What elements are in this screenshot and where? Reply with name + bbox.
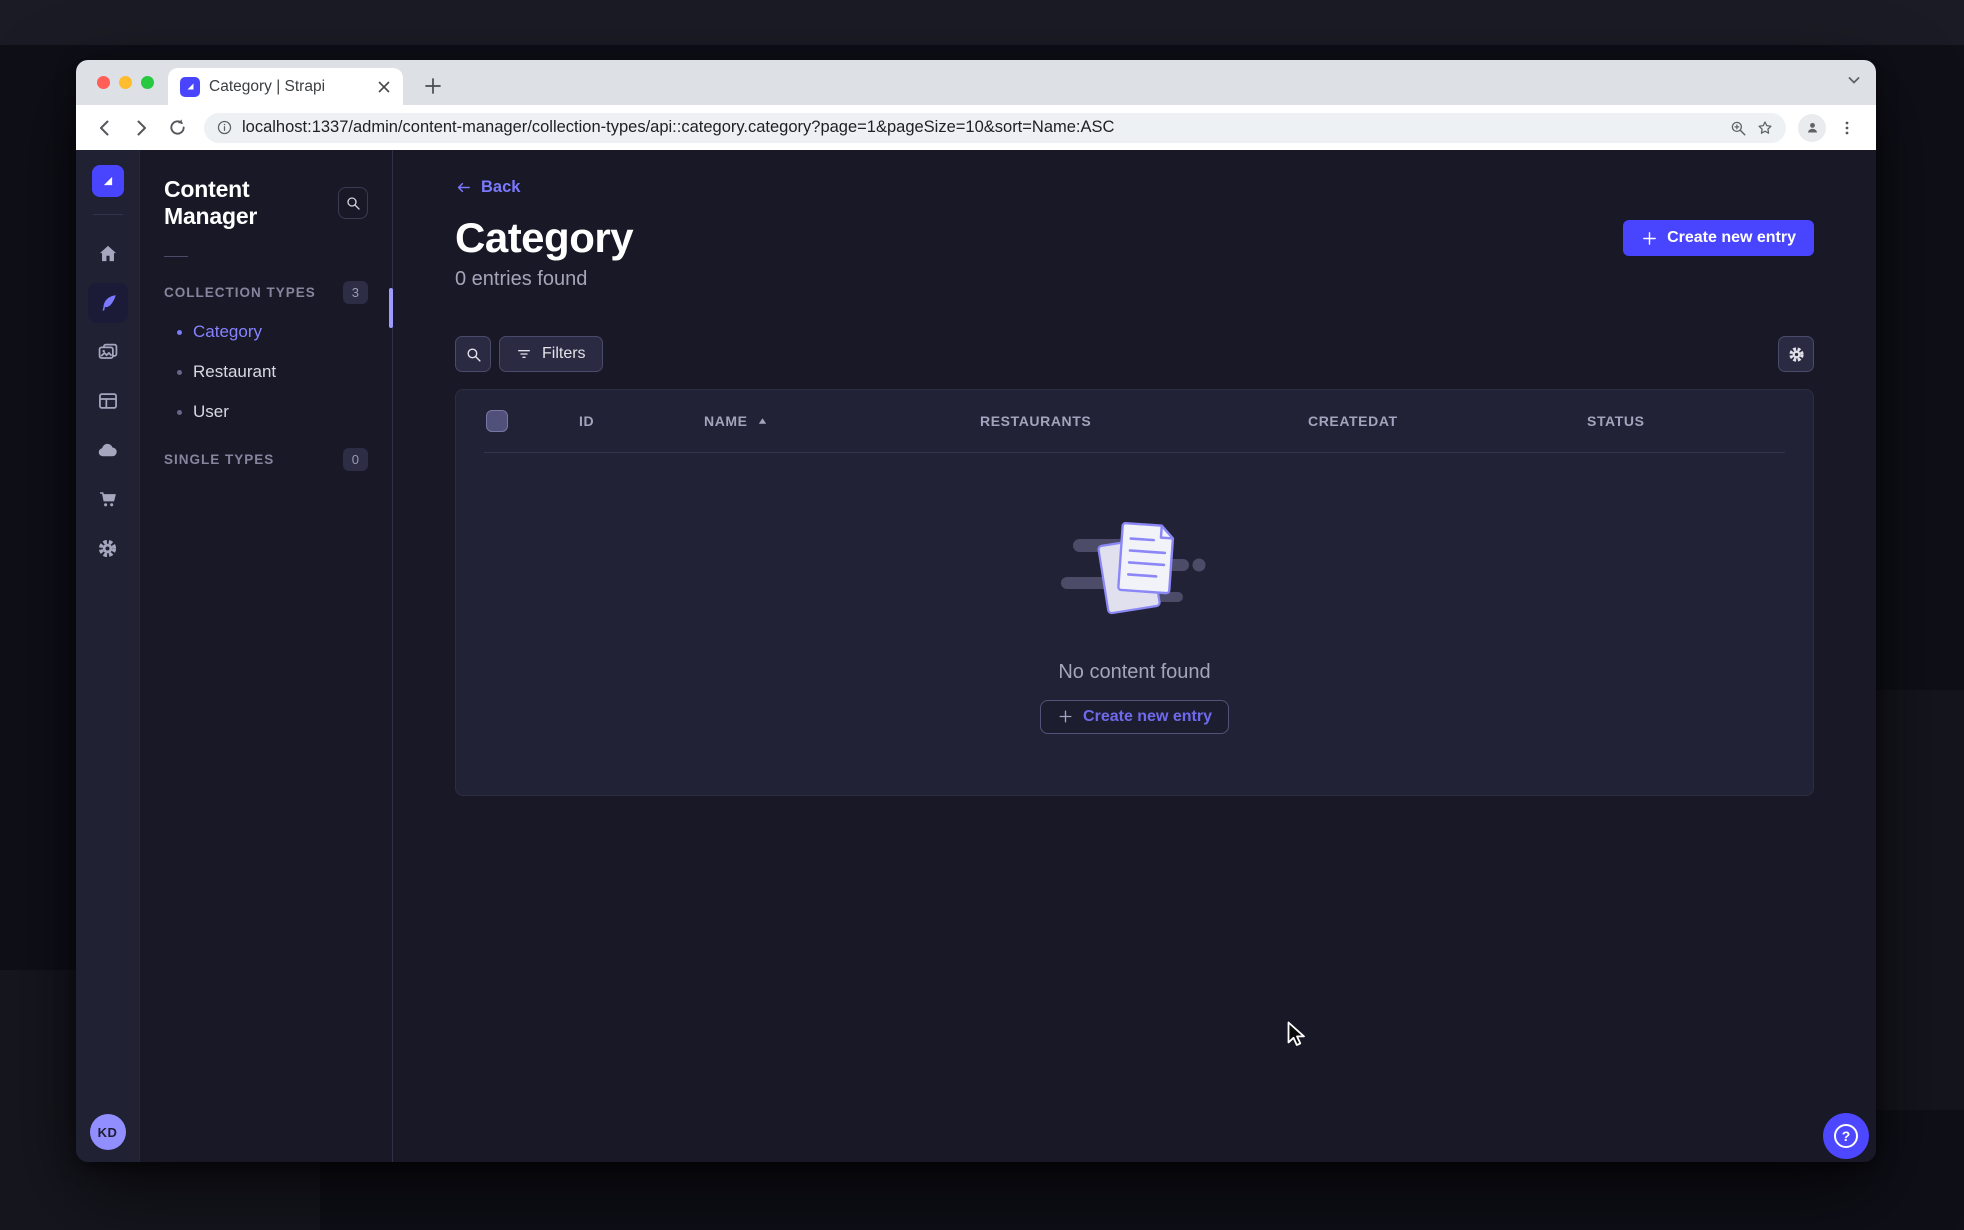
sort-asc-icon (757, 416, 768, 427)
empty-state: No content found Create new entry (456, 453, 1813, 795)
subnav-divider (164, 256, 188, 257)
settings-icon[interactable] (88, 528, 128, 568)
arrow-left-icon (457, 182, 470, 193)
content-type-builder-icon[interactable] (88, 381, 128, 421)
content-manager-icon[interactable] (87, 283, 128, 323)
home-icon[interactable] (88, 234, 128, 274)
entries-table: ID NAME RESTAURANTS CREATEDAT STATUS No … (455, 389, 1814, 796)
desktop-background-strip (0, 0, 1964, 45)
browser-profile-icon[interactable] (1798, 113, 1826, 142)
user-avatar[interactable]: KD (89, 1114, 126, 1150)
minimize-window-button[interactable] (119, 76, 132, 89)
marketplace-icon[interactable] (88, 479, 128, 519)
back-icon[interactable] (90, 113, 120, 143)
column-header-createdat[interactable]: CREATEDAT (1308, 413, 1587, 429)
no-content-illustration (1060, 521, 1205, 614)
strapi-logo[interactable] (91, 165, 124, 197)
url-text: localhost:1337/admin/content-manager/col… (242, 118, 1115, 136)
bullet-icon (177, 329, 182, 335)
filter-icon (518, 350, 530, 358)
column-header-restaurants[interactable]: RESTAURANTS (980, 413, 1308, 429)
address-bar[interactable]: localhost:1337/admin/content-manager/col… (204, 112, 1786, 143)
back-label: Back (481, 178, 521, 196)
item-label: User (193, 402, 229, 421)
main-content: Back Category Create new entry 0 entries… (393, 150, 1876, 1162)
browser-tab-strip: Category | Strapi (76, 60, 1876, 105)
filters-button[interactable]: Filters (499, 336, 603, 372)
plus-icon (1643, 231, 1656, 245)
nav-divider (92, 214, 123, 215)
item-label: Category (193, 322, 262, 341)
media-library-icon[interactable] (88, 332, 128, 372)
window-controls (97, 76, 154, 89)
tab-title: Category | Strapi (209, 77, 326, 95)
content-manager-subnav: Content Manager COLLECTION TYPES 3 Categ… (140, 150, 393, 1162)
item-label: Restaurant (193, 362, 277, 381)
main-nav: KD (76, 150, 140, 1162)
subnav-title: Content Manager (164, 176, 258, 229)
empty-state-message: No content found (1058, 660, 1211, 683)
browser-window: Category | Strapi localhost:1337/admin/c… (76, 60, 1876, 1162)
question-mark-icon: ? (1834, 1124, 1858, 1148)
strapi-admin: KD Content Manager COLLECTION TYPES 3 Ca… (76, 150, 1876, 1162)
tab-close-icon[interactable] (375, 78, 393, 96)
plus-icon (1057, 708, 1074, 725)
create-new-entry-button[interactable]: Create new entry (1623, 220, 1814, 256)
column-header-name[interactable]: NAME (704, 413, 980, 429)
collection-types-count-badge: 3 (342, 281, 368, 304)
gear-icon[interactable] (1778, 336, 1814, 372)
back-link[interactable]: Back (455, 178, 520, 197)
single-types-count-badge: 0 (342, 448, 368, 471)
page-title: Category (455, 214, 634, 261)
table-header-row: ID NAME RESTAURANTS CREATEDAT STATUS (456, 390, 1813, 452)
sidebar-item-category[interactable]: Category (140, 312, 392, 352)
cloud-icon[interactable] (88, 430, 128, 470)
sidebar-item-restaurant[interactable]: Restaurant (140, 352, 392, 392)
strapi-favicon-icon (180, 76, 200, 97)
browser-toolbar: localhost:1337/admin/content-manager/col… (76, 105, 1876, 150)
browser-menu-icon[interactable] (1832, 113, 1862, 143)
bullet-icon (177, 409, 182, 415)
collection-types-label: COLLECTION TYPES (164, 285, 316, 300)
search-icon[interactable] (455, 336, 491, 372)
close-window-button[interactable] (97, 76, 110, 89)
column-header-status[interactable]: STATUS (1587, 413, 1813, 429)
select-all-checkbox[interactable] (486, 410, 508, 432)
zoom-icon[interactable] (1729, 119, 1747, 137)
single-types-label: SINGLE TYPES (164, 452, 275, 467)
sidebar-item-user[interactable]: User (140, 392, 392, 432)
entries-count: 0 entries found (455, 268, 588, 290)
create-new-entry-empty-button[interactable]: Create new entry (1040, 699, 1229, 734)
bullet-icon (177, 369, 182, 375)
help-button[interactable]: ? (1823, 1113, 1869, 1159)
new-tab-button[interactable] (417, 70, 449, 102)
column-header-id[interactable]: ID (579, 413, 704, 429)
forward-icon[interactable] (126, 113, 156, 143)
search-icon[interactable] (337, 187, 368, 219)
tab-search-chevron-icon[interactable] (1846, 72, 1862, 93)
bookmark-star-icon[interactable] (1756, 119, 1774, 137)
site-info-icon[interactable] (216, 119, 233, 136)
collection-types-list: Category Restaurant User (140, 312, 392, 432)
zoom-window-button[interactable] (141, 76, 154, 89)
browser-tab[interactable]: Category | Strapi (168, 68, 403, 105)
reload-icon[interactable] (162, 113, 192, 143)
